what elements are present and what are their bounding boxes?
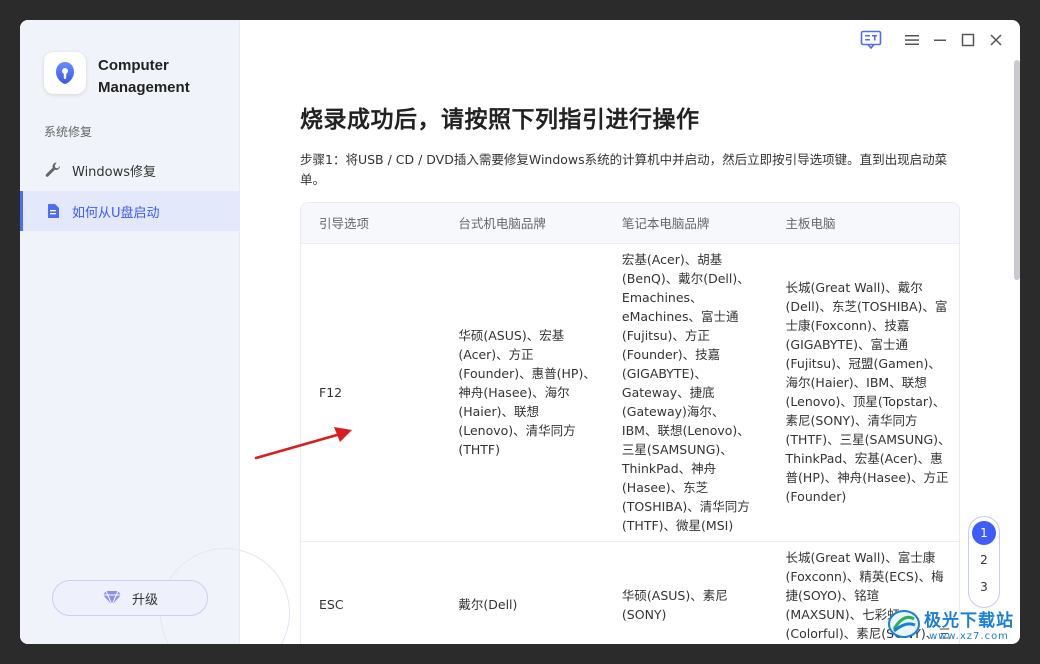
motherboard-brands-cell: 长城(Great Wall)、戴尔(Dell)、东芝(TOSHIBA)、富士康(… bbox=[767, 243, 959, 542]
feedback-button[interactable] bbox=[858, 30, 884, 50]
sidebar-item-windows-repair[interactable]: Windows修复 bbox=[20, 150, 240, 190]
step-instruction: 步骤1：将USB / CD / DVD插入需要修复Windows系统的计算机中并… bbox=[300, 152, 948, 187]
table-row: F12 华硕(ASUS)、宏基(Acer)、方正(Founder)、惠普(HP)… bbox=[301, 243, 959, 542]
sidebar-item-usb-boot[interactable]: 如何从U盘启动 bbox=[20, 191, 240, 231]
menu-button[interactable] bbox=[902, 30, 922, 50]
feedback-icon bbox=[860, 30, 882, 50]
window-controls bbox=[858, 30, 1006, 50]
annotation-arrow bbox=[254, 427, 352, 460]
page-indicator: 1 2 3 bbox=[968, 516, 1000, 608]
column-header: 主板电脑 bbox=[767, 203, 959, 244]
diamond-icon bbox=[102, 590, 122, 606]
minimize-icon bbox=[934, 39, 946, 41]
table-row: ESC 戴尔(Dell) 华硕(ASUS)、素尼(SONY) 长城(Great … bbox=[301, 541, 959, 644]
sidebar-item-label: 如何从U盘启动 bbox=[72, 205, 160, 221]
aurora-logo-icon bbox=[888, 610, 920, 638]
upgrade-button[interactable]: 升级 bbox=[52, 580, 208, 616]
close-icon bbox=[990, 34, 1002, 46]
column-header: 引导选项 bbox=[301, 203, 441, 244]
main-content: 烧录成功后，请按照下列指引进行操作 步骤1：将USB / CD / DVD插入需… bbox=[240, 20, 1020, 644]
close-button[interactable] bbox=[986, 30, 1006, 50]
app-window: Computer Management 系统修复 Windows修复 如何从U盘… bbox=[20, 20, 1020, 644]
wrench-icon bbox=[42, 159, 64, 181]
laptop-brands-cell: 宏基(Acer)、胡基(BenQ)、戴尔(Dell)、Emachines、eMa… bbox=[603, 243, 768, 542]
upgrade-label: 升级 bbox=[131, 592, 158, 608]
lock-logo-icon bbox=[56, 62, 74, 84]
sidebar-item-label: Windows修复 bbox=[72, 164, 157, 180]
watermark: 极光下载站 www.xz7.com bbox=[886, 606, 1014, 642]
page-button-3[interactable]: 3 bbox=[972, 575, 996, 599]
page-button-1[interactable]: 1 bbox=[972, 521, 996, 545]
watermark-url: www.xz7.com bbox=[929, 631, 1009, 642]
section-label: 系统修复 bbox=[44, 125, 93, 139]
scrollbar-thumb[interactable] bbox=[1014, 60, 1020, 280]
sidebar: Computer Management 系统修复 Windows修复 如何从U盘… bbox=[20, 20, 290, 644]
laptop-brands-cell: 华硕(ASUS)、素尼(SONY) bbox=[603, 541, 768, 644]
menu-icon bbox=[905, 35, 919, 45]
maximize-button[interactable] bbox=[958, 30, 978, 50]
app-logo bbox=[44, 52, 86, 94]
boot-key-cell: F12 bbox=[301, 243, 441, 542]
boot-key-table: 引导选项 台式机电脑品牌 笔记本电脑品牌 主板电脑 F12 华硕(ASUS)、宏… bbox=[300, 202, 960, 644]
app-title: Computer Management bbox=[98, 57, 190, 96]
maximize-icon bbox=[961, 33, 975, 47]
column-header: 台式机电脑品牌 bbox=[440, 203, 604, 244]
page-button-2[interactable]: 2 bbox=[972, 548, 996, 572]
desktop-brands-cell: 戴尔(Dell) bbox=[440, 541, 604, 644]
column-header: 笔记本电脑品牌 bbox=[603, 203, 768, 244]
desktop-brands-cell: 华硕(ASUS)、宏基(Acer)、方正(Founder)、惠普(HP)、神舟(… bbox=[440, 243, 604, 542]
table-header-row: 引导选项 台式机电脑品牌 笔记本电脑品牌 主板电脑 bbox=[301, 203, 959, 244]
page-title: 烧录成功后，请按照下列指引进行操作 bbox=[300, 107, 700, 133]
boot-key-cell: ESC bbox=[301, 541, 441, 644]
document-icon bbox=[42, 200, 64, 222]
minimize-button[interactable] bbox=[930, 30, 950, 50]
watermark-title: 极光下载站 bbox=[924, 611, 1014, 631]
